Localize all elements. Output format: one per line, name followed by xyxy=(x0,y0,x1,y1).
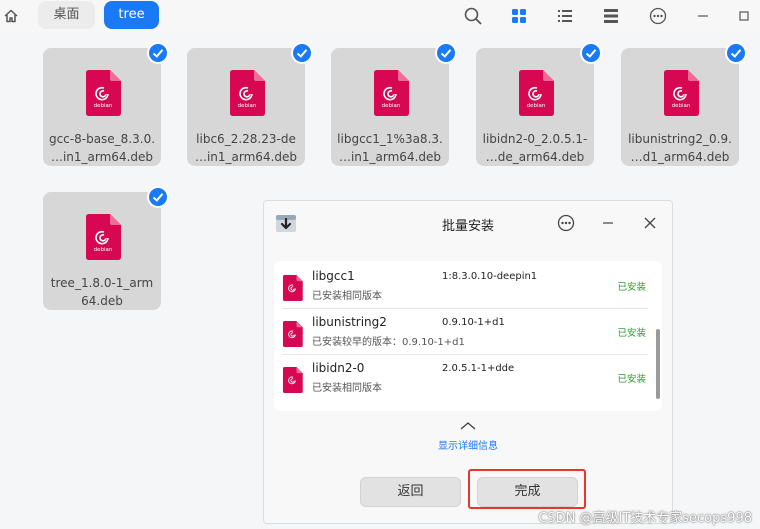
file-name-line1: libgcc1_1%3a8.3. xyxy=(337,132,443,146)
file-name-line2: 64.deb xyxy=(81,294,123,308)
file-name-line1: libc6_2.28.23-de xyxy=(196,132,296,146)
debian-package-icon: debian xyxy=(374,70,409,116)
debian-package-icon: debian xyxy=(86,214,121,260)
file-name-line1: gcc-8-base_8.3.0. xyxy=(48,132,156,146)
row-divider xyxy=(282,354,648,355)
file-name-line2: …in1_arm64.deb xyxy=(338,150,442,164)
deb-file-item[interactable]: debian libgcc1_1%3a8.3. …in1_arm64.deb xyxy=(331,48,449,166)
file-name-line2: …d1_arm64.deb xyxy=(630,150,730,164)
checkmark-icon xyxy=(152,49,164,58)
file-name-line1: tree_1.8.0-1_arm xyxy=(50,276,154,290)
deb-file-item[interactable]: debian gcc-8-base_8.3.0. …in1_arm64.deb xyxy=(43,48,161,166)
package-version: 0.9.10-1+d1 xyxy=(442,317,505,328)
package-install-state: 已安装相同版本 xyxy=(312,379,382,394)
breadcrumb-tree[interactable]: tree xyxy=(104,1,159,29)
package-install-state: 已安装相同版本 xyxy=(312,287,382,302)
checkmark-icon xyxy=(296,49,308,58)
selected-check-icon[interactable] xyxy=(580,42,602,64)
file-name: tree_1.8.0-1_arm 64.deb xyxy=(43,274,161,310)
package-name: libunistring2 xyxy=(312,315,387,329)
file-name: libidn2-0_2.0.5.1- …de_arm64.deb xyxy=(476,130,594,166)
deb-file-item[interactable]: debian libidn2-0_2.0.5.1- …de_arm64.deb xyxy=(476,48,594,166)
debian-package-icon: debian xyxy=(664,70,699,116)
selected-check-icon[interactable] xyxy=(147,42,169,64)
debian-package-icon xyxy=(282,367,303,393)
debian-package-icon xyxy=(282,321,303,347)
file-name-line2: …de_arm64.deb xyxy=(485,150,585,164)
file-name: libgcc1_1%3a8.3. …in1_arm64.deb xyxy=(331,130,449,166)
package-row[interactable]: libunistring2 已安装较早的版本：0.9.10-1+d1 0.9.10-… xyxy=(274,311,662,355)
package-status: 已安装 xyxy=(617,328,646,339)
debian-package-icon: debian xyxy=(86,70,121,116)
file-name-line2: …in1_arm64.deb xyxy=(50,150,154,164)
debian-label: debian xyxy=(238,103,257,109)
checkmark-icon xyxy=(585,49,597,58)
debian-package-icon: debian xyxy=(519,70,554,116)
file-name: libc6_2.28.23-de …in1_arm64.deb xyxy=(187,130,305,166)
deb-file-item[interactable]: debian tree_1.8.0-1_arm 64.deb xyxy=(43,192,161,310)
home-icon[interactable] xyxy=(3,8,19,24)
list-view-icon[interactable] xyxy=(555,6,575,26)
deb-file-item[interactable]: debian libc6_2.28.23-de …in1_arm64.deb xyxy=(187,48,305,166)
package-row[interactable]: libgcc1 已安装相同版本 1:8.3.0.10-deepin1 已安装 xyxy=(274,265,662,309)
toolbar: 桌面 tree xyxy=(0,0,760,34)
dialog-minimize-icon[interactable] xyxy=(598,213,618,233)
installed-version: 0.9.10-1+d1 xyxy=(402,337,465,348)
package-version: 1:8.3.0.10-deepin1 xyxy=(442,271,538,282)
chevron-up-icon[interactable] xyxy=(459,421,477,431)
file-name-line1: libunistring2_0.9. xyxy=(628,132,732,146)
package-status: 已安装 xyxy=(617,282,646,293)
more-icon[interactable] xyxy=(648,6,668,26)
file-name-line1: libidn2-0_2.0.5.1- xyxy=(482,132,588,146)
package-name: libgcc1 xyxy=(312,269,355,283)
detail-view-icon[interactable] xyxy=(601,6,621,26)
file-name: gcc-8-base_8.3.0. …in1_arm64.deb xyxy=(43,130,161,166)
file-name-line2: …in1_arm64.deb xyxy=(194,150,298,164)
debian-label: debian xyxy=(382,103,401,109)
package-row[interactable]: libidn2-0 已安装相同版本 2.0.5.1-1+dde 已安装 xyxy=(274,357,662,401)
debian-label: debian xyxy=(94,247,113,253)
selected-check-icon[interactable] xyxy=(291,42,313,64)
minimize-icon[interactable] xyxy=(693,6,713,26)
dialog-close-icon[interactable] xyxy=(640,213,660,233)
checkmark-icon xyxy=(730,49,742,58)
debian-package-icon xyxy=(282,275,303,301)
package-list[interactable]: libgcc1 已安装相同版本 1:8.3.0.10-deepin1 已安装 libun… xyxy=(274,261,662,411)
checkmark-icon xyxy=(440,49,452,58)
watermark: CSDN @高级IT技术专家secops998 xyxy=(538,511,752,526)
package-status: 已安装 xyxy=(617,374,646,385)
file-name: libunistring2_0.9. …d1_arm64.deb xyxy=(621,130,739,166)
row-divider xyxy=(282,308,648,309)
debian-label: debian xyxy=(672,103,691,109)
selected-check-icon[interactable] xyxy=(435,42,457,64)
checkmark-icon xyxy=(152,193,164,202)
debian-label: debian xyxy=(94,103,113,109)
done-button-highlight xyxy=(468,469,586,509)
debian-label: debian xyxy=(527,103,546,109)
package-install-state-text: 已安装相同版本 xyxy=(312,291,382,302)
deb-file-item[interactable]: debian libunistring2_0.9. …d1_arm64.deb xyxy=(621,48,739,166)
package-install-state-text: 已安装相同版本 xyxy=(312,383,382,394)
breadcrumb-desktop[interactable]: 桌面 xyxy=(38,1,95,29)
selected-check-icon[interactable] xyxy=(725,42,747,64)
package-version: 2.0.5.1-1+dde xyxy=(442,363,515,374)
selected-check-icon[interactable] xyxy=(147,186,169,208)
debian-package-icon: debian xyxy=(230,70,265,116)
search-icon[interactable] xyxy=(463,6,483,26)
dialog-more-icon[interactable] xyxy=(556,213,576,233)
package-install-state-text: 已安装较早的版本： xyxy=(312,337,402,348)
package-install-state: 已安装较早的版本：0.9.10-1+d1 xyxy=(312,333,465,348)
maximize-icon[interactable] xyxy=(734,6,754,26)
show-details-link[interactable]: 显示详细信息 xyxy=(264,437,672,452)
package-name: libidn2-0 xyxy=(312,361,365,375)
back-button[interactable]: 返回 xyxy=(360,477,461,507)
icon-view-icon[interactable] xyxy=(509,6,529,26)
